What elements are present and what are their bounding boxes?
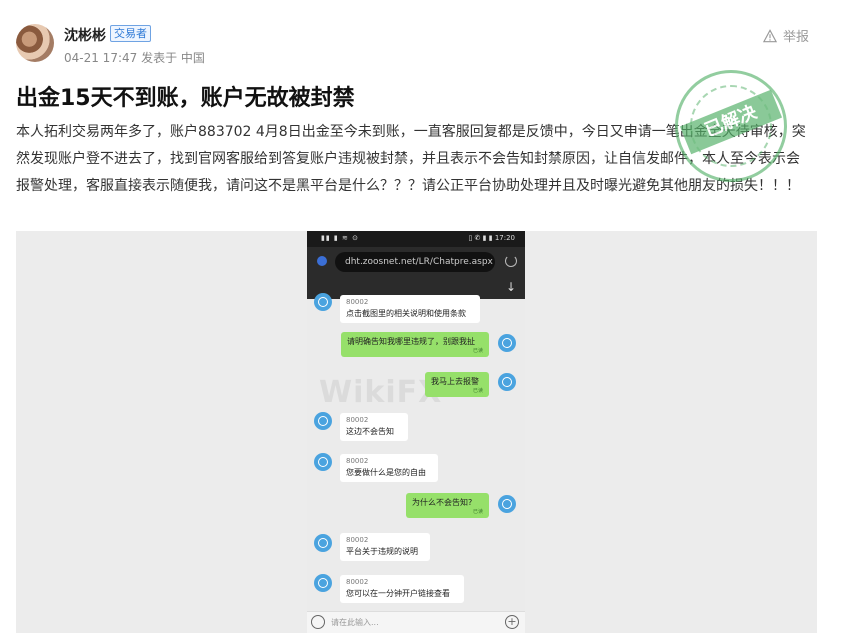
site-icon	[317, 256, 327, 266]
chat-message: 80002 平台关于违规的说明	[340, 533, 430, 561]
user-chat-avatar	[498, 334, 516, 352]
user-role-badge: 交易者	[110, 25, 151, 42]
chat-message: 请明确告知我哪里违规了，别跟我扯 已读	[341, 332, 489, 357]
url-text: dht.zoosnet.net/LR/Chatpre.aspx	[335, 252, 495, 272]
message-text: 为什么不会告知?	[412, 498, 473, 507]
read-receipt: 已读	[472, 348, 483, 354]
post-image[interactable]: ▮▮ ▮ ≋ ⊙ ▯ ✆ ▮ ▮ 17:20 dht.zoosnet.net/L…	[16, 231, 817, 633]
message-text: 平台关于违规的说明	[346, 547, 418, 556]
agent-avatar	[314, 453, 332, 471]
user-chat-avatar	[498, 495, 516, 513]
watermark: WikiFX	[319, 375, 443, 410]
arrow-down-icon: ↓	[505, 280, 516, 294]
phone-status-bar: ▮▮ ▮ ≋ ⊙ ▯ ✆ ▮ ▮ 17:20	[307, 231, 525, 247]
report-button[interactable]: 举报	[762, 26, 809, 45]
warning-icon	[762, 28, 777, 42]
report-label: 举报	[782, 30, 809, 45]
chat-message: 我马上去报警 已读	[425, 372, 489, 397]
message-sender: 80002	[346, 298, 369, 306]
user-chat-avatar	[498, 373, 516, 391]
message-text: 我马上去报警	[431, 377, 479, 386]
message-sender: 80002	[346, 536, 369, 544]
chat-message: 80002 您可以在一分钟开户链接查看	[340, 575, 464, 603]
chat-screenshot: ▮▮ ▮ ≋ ⊙ ▯ ✆ ▮ ▮ 17:20 dht.zoosnet.net/L…	[307, 231, 525, 633]
status-right: ▯ ✆ ▮ ▮ 17:20	[468, 234, 516, 242]
browser-url-bar: dht.zoosnet.net/LR/Chatpre.aspx	[307, 247, 525, 277]
chat-message: 80002 您要做什么是您的自由	[340, 454, 438, 482]
message-text: 您可以在一分钟开户链接查看	[346, 589, 450, 598]
chat-input-placeholder: 请在此输入...	[331, 618, 379, 627]
agent-avatar	[314, 534, 332, 552]
chat-message: 80002 点击截图里的相关说明和使用条款	[340, 295, 480, 323]
post-meta: 04-21 17:47 发表于 中国	[64, 51, 205, 65]
plus-icon: +	[505, 615, 519, 629]
post-header: 沈彬彬 交易者 04-21 17:47 发表于 中国 举报	[0, 0, 847, 70]
agent-avatar	[314, 412, 332, 430]
message-text: 这边不会告知	[346, 427, 394, 436]
message-text: 点击截图里的相关说明和使用条款	[346, 309, 466, 318]
message-sender: 80002	[346, 578, 369, 586]
message-sender: 80002	[346, 457, 369, 465]
message-text: 您要做什么是您的自由	[346, 468, 426, 477]
emoji-icon	[311, 615, 325, 629]
user-name[interactable]: 沈彬彬	[64, 25, 106, 45]
agent-avatar	[314, 574, 332, 592]
agent-avatar	[314, 293, 332, 311]
read-receipt: 已读	[472, 388, 483, 394]
user-avatar[interactable]	[16, 24, 54, 62]
message-sender: 80002	[346, 416, 369, 424]
post-title: 出金15天不到账，账户无故被封禁	[16, 86, 355, 111]
read-receipt: 已读	[472, 509, 483, 515]
resolved-seal: 已解决	[675, 70, 787, 182]
reload-icon	[505, 255, 517, 267]
chat-message: 为什么不会告知? 已读	[406, 493, 489, 518]
chat-input-bar: 请在此输入... +	[307, 611, 525, 633]
message-text: 请明确告知我哪里违规了，别跟我扯	[347, 337, 475, 346]
status-left: ▮▮ ▮ ≋ ⊙	[321, 234, 359, 242]
chat-message: 80002 这边不会告知	[340, 413, 408, 441]
